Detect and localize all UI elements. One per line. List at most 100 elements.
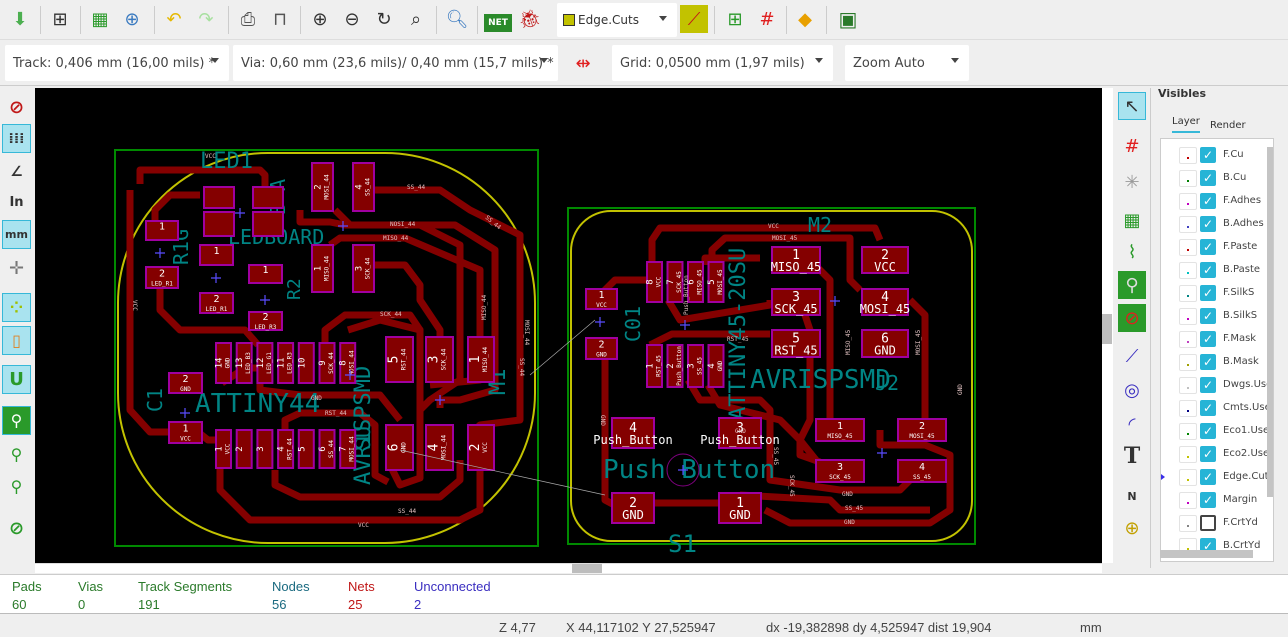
pad-sketch-icon[interactable]: ⊘ [2,514,31,543]
pad[interactable]: 3 SCK_44 [425,336,454,383]
active-layer-select[interactable]: Edge.Cuts [557,3,677,37]
scroll-thumb[interactable] [572,564,602,573]
layer-list-scrollbar[interactable] [1267,147,1273,497]
track[interactable] [648,330,770,349]
microwave-icon[interactable]: ◆ [791,5,819,33]
layer-color-button[interactable] [1179,515,1197,532]
layer-visibility-checkbox[interactable]: ✓ [1200,354,1216,370]
add-footprint-icon[interactable]: ▦ [1118,206,1146,234]
pad[interactable]: 1VCC [168,421,203,444]
module-ratsnest-icon[interactable]: ▯ [2,326,31,355]
pad[interactable]: 3SCK_45 [771,288,821,316]
pad[interactable]: 1GND [718,492,762,524]
vertical-scrollbar[interactable] [1102,88,1113,563]
redraw-icon[interactable]: ↻ [370,5,398,33]
pad[interactable]: 2MOSI_45 [897,418,947,442]
zoom-out-icon[interactable]: ⊖ [338,5,366,33]
pad[interactable]: 2 MOSI_44 [311,162,334,212]
layer-visibility-checkbox[interactable]: ✓ [1200,492,1216,508]
highlight-net-icon[interactable]: # [1118,132,1146,160]
layer-row-b-mask[interactable]: ✓ B.Mask [1161,352,1273,372]
via-size-select[interactable]: Via: 0,60 mm (23,6 mils)/ 0,40 mm (15,7 … [233,45,558,81]
layer-row-cmts-user[interactable]: ✓ Cmts.User [1161,398,1273,418]
plot-icon[interactable]: ⊓ [266,5,294,33]
add-dimension-icon[interactable]: N [1118,482,1146,510]
layer-color-button[interactable] [1179,170,1197,187]
layer-row-b-cu[interactable]: ✓ B.Cu [1161,168,1273,188]
zoom-select[interactable]: Zoom Auto [845,45,969,81]
pad[interactable]: 4 SS_44 [352,162,375,212]
layer-color-button[interactable] [1179,400,1197,417]
autoplace-icon[interactable]: ⊞ [721,5,749,33]
track[interactable] [151,191,200,222]
layer-color-button[interactable] [1179,354,1197,371]
pad[interactable] [252,186,284,209]
library-editor-icon[interactable]: ▦ [86,5,114,33]
layer-row-f-adhes[interactable]: ✓ F.Adhes [1161,191,1273,211]
page-settings-icon[interactable]: ⊞ [46,5,74,33]
pad[interactable]: 1 MISO_44 [467,336,495,383]
layer-color-button[interactable] [1179,193,1197,210]
layer-color-button[interactable] [1179,331,1197,348]
pad[interactable]: 2VCC [861,246,909,274]
layer-row-margin[interactable]: ✓ Margin [1161,490,1273,510]
layer-row-b-silks[interactable]: ✓ B.SilkS [1161,306,1273,326]
auto-track-width-icon[interactable]: ⇹ [569,49,597,77]
layer-visibility-checkbox[interactable]: ✓ [1200,469,1216,485]
layer-row-eco1-user[interactable]: ✓ Eco1.User [1161,421,1273,441]
pad[interactable]: 2LED_R3 [248,311,283,331]
pcb-canvas[interactable]: LED1R1GLEDBOARDR2B AATTINY44AVRISPSMDC1S… [35,88,1102,563]
layer-row-b-adhes[interactable]: ✓ B.Adhes [1161,214,1273,234]
redo-icon[interactable]: ↷ [192,5,220,33]
pad[interactable]: 4 GND [707,344,725,388]
ratsnest-icon[interactable]: ⁘ [2,293,31,322]
pad[interactable] [252,211,284,237]
pad[interactable]: 1MISO_45 [815,418,865,442]
track[interactable] [739,491,930,514]
pad[interactable]: 6GND [385,424,414,471]
save-board-icon[interactable]: ⬇ [6,5,34,33]
pad[interactable]: 2VCC [467,424,495,471]
layer-row-edge-cuts[interactable]: ✓ Edge.Cuts [1161,467,1273,487]
layer-color-button[interactable] [1179,423,1197,440]
layer-visibility-checkbox[interactable]: ✓ [1200,377,1216,393]
route-track-icon[interactable]: ⌇ [1118,238,1146,266]
zoom-fit-icon[interactable]: ⌕ [402,5,430,33]
layer-visibility-checkbox[interactable]: ✓ [1200,446,1216,462]
layer-color-button[interactable] [1179,492,1197,509]
add-line-icon[interactable]: ⟋ [1118,342,1146,370]
layer-color-button[interactable] [1179,262,1197,279]
layer-visibility-checkbox[interactable]: ✓ [1200,170,1216,186]
layer-color-button[interactable] [1179,308,1197,325]
layer-row-f-silks[interactable]: ✓ F.SilkS [1161,283,1273,303]
undo-icon[interactable]: ↶ [160,5,188,33]
pad[interactable]: 1VCC [215,429,232,469]
pad[interactable]: 10 [297,342,315,384]
layer-visibility-checkbox[interactable] [1200,515,1216,531]
pad[interactable]: 1 [199,244,234,266]
inches-button[interactable]: In [2,188,31,217]
layer-color-button[interactable] [1179,285,1197,302]
pad[interactable]: 3 SCK_44 [352,244,375,293]
pad[interactable]: 5 MOSI_45 [707,261,725,303]
pad[interactable]: 4SS_45 [897,459,947,483]
pad[interactable]: 2 [235,429,253,469]
add-arc-icon[interactable]: ◜ [1118,410,1146,438]
keepout-area-icon[interactable]: ⊘ [1118,304,1146,332]
pad[interactable]: 2GND [611,492,655,524]
horizontal-scrollbar[interactable] [35,563,1102,573]
pad[interactable]: 4MOSI_45 [860,288,911,316]
pad[interactable]: 1 MISO_44 [311,244,334,293]
pad[interactable]: 5 RST_44 [385,336,414,383]
cursor-shape-icon[interactable]: ✛ [2,254,31,283]
layer-visibility-checkbox[interactable]: ✓ [1200,331,1216,347]
pad[interactable]: 2GND [585,337,618,360]
layer-row-f-paste[interactable]: ✓ F.Paste [1161,237,1273,257]
zone-outline-icon[interactable]: ⚲ [2,440,31,469]
layer-row-f-crtyd[interactable]: F.CrtYd [1161,513,1273,533]
netlist-icon[interactable]: NET [484,14,512,32]
track-width-select[interactable]: Track: 0,406 mm (16,00 mils) * [5,45,229,81]
layer-visibility-checkbox[interactable]: ✓ [1200,308,1216,324]
tab-render[interactable]: Render [1210,120,1246,131]
layer-pair-icon[interactable]: ⟋ [680,5,708,33]
